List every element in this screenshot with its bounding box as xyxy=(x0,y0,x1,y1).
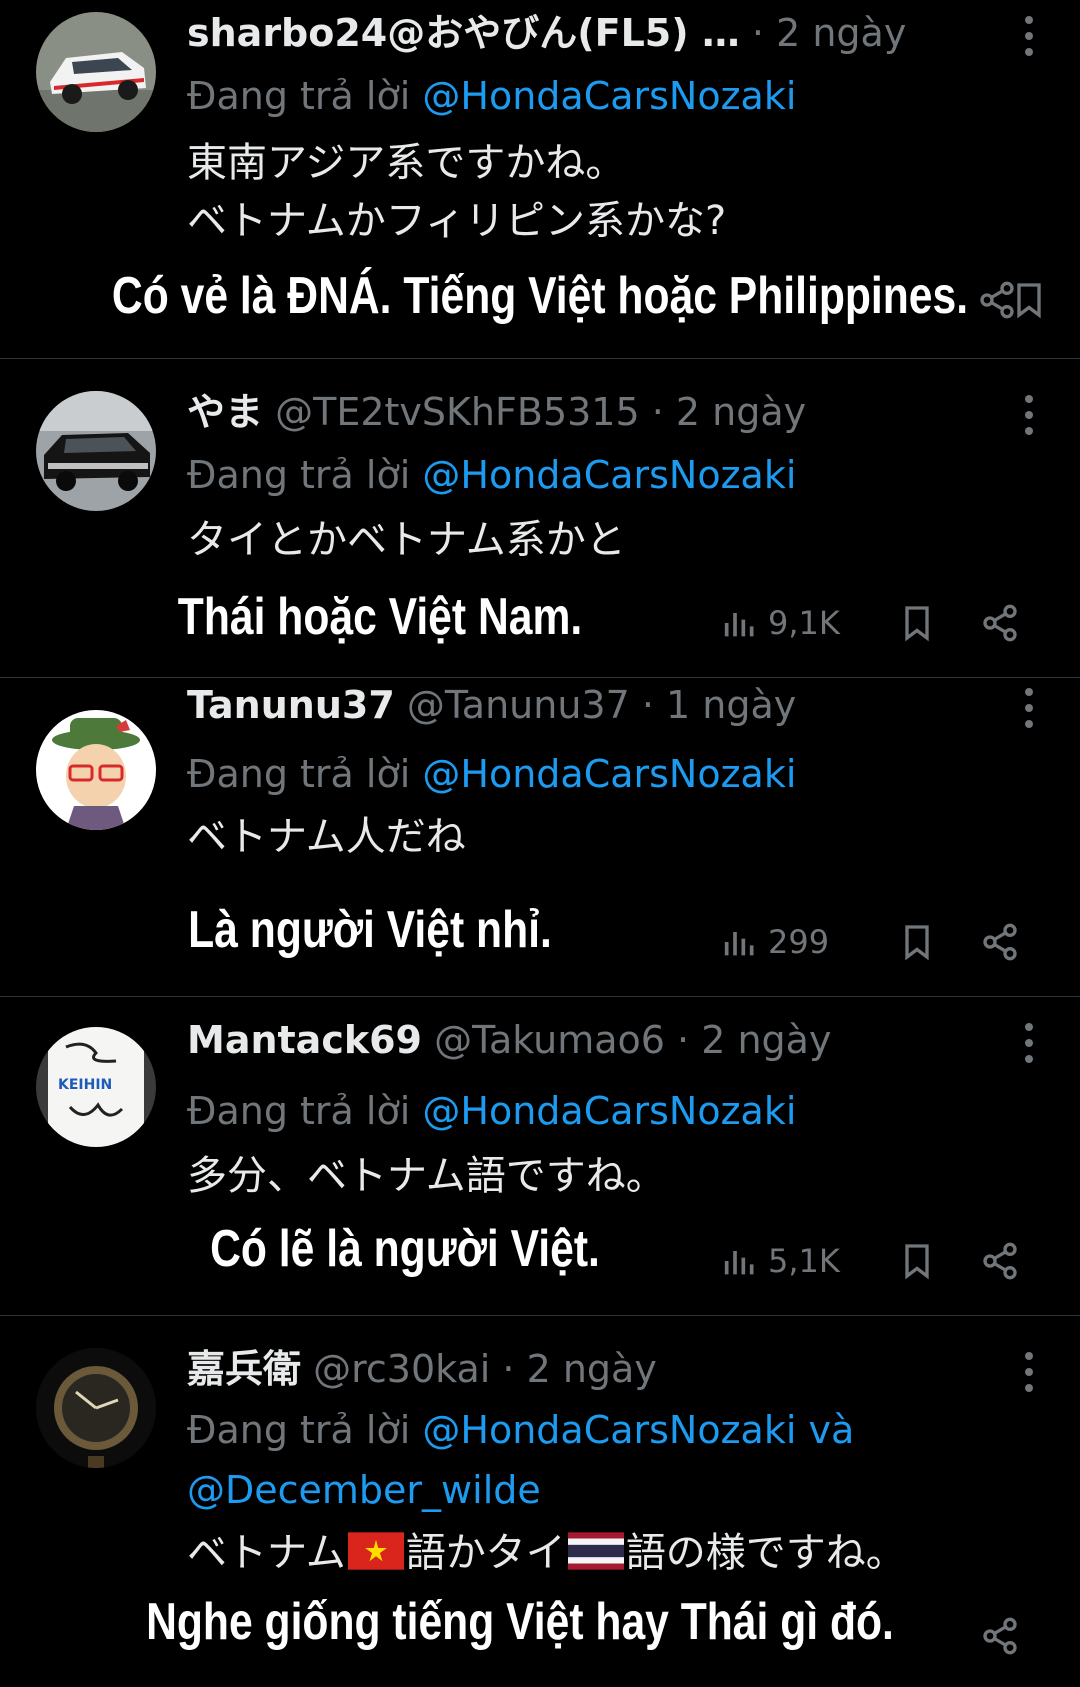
mention-link[interactable]: @HondaCarsNozaki xyxy=(422,1089,796,1133)
post-header: Mantack69 @Takumao6 · 2 ngày xyxy=(187,1015,990,1065)
more-icon[interactable] xyxy=(1022,395,1036,435)
subtitle-caption: Có lẽ là người Việt. xyxy=(210,1220,600,1278)
reply-feed: sharbo24@おやびん(FL5) … · 2 ngày Đang trả l… xyxy=(0,0,1080,1687)
mention-link[interactable]: @December_wilde xyxy=(187,1468,541,1512)
post-header: やま @TE2tvSKhFB5315 · 2 ngày xyxy=(187,387,990,437)
subtitle-caption: Có vẻ là ĐNÁ. Tiếng Việt hoặc Philippine… xyxy=(111,267,969,325)
race-car-avatar-icon xyxy=(36,12,156,132)
post-text-line: ベトナムかフィリピン系かな? xyxy=(187,198,727,244)
post-text: 多分、ベトナム語ですね。 xyxy=(187,1147,1040,1205)
post-time[interactable]: · 2 ngày xyxy=(752,11,906,55)
vietnam-flag-icon xyxy=(347,1532,404,1570)
post-text-segment: ベトナム xyxy=(187,1530,346,1576)
more-icon[interactable] xyxy=(1022,16,1036,56)
reply-prefix: Đang trả lời xyxy=(187,74,411,118)
post-header: 嘉兵衛 @rc30kai · 2 ngày xyxy=(187,1344,990,1394)
more-icon[interactable] xyxy=(1022,1352,1036,1392)
post-text-segment: 語かタイ xyxy=(405,1530,566,1576)
share-icon xyxy=(983,1242,1017,1280)
post-time[interactable]: · 1 ngày xyxy=(642,683,796,727)
avatar[interactable] xyxy=(36,391,156,511)
avatar[interactable] xyxy=(36,12,156,132)
post-text: ベトナム人だね xyxy=(187,808,1040,866)
post-text: タイとかベトナム系かと xyxy=(187,511,1040,569)
reply-join: và xyxy=(808,1408,855,1452)
subtitle-caption: Thái hoặc Việt Nam. xyxy=(177,588,583,646)
share-icon xyxy=(980,281,1014,319)
black-car-avatar-icon xyxy=(36,391,156,511)
reply-post[interactable]: KEIHIN Mantack69 @Takumao6 · 2 ngày Đang… xyxy=(0,997,1080,1316)
user-handle[interactable]: @Takumao6 xyxy=(434,1018,665,1062)
share-button[interactable] xyxy=(977,270,1017,330)
post-text-segment: 語の様ですね。 xyxy=(625,1530,906,1576)
replying-to: Đang trả lời @HondaCarsNozaki xyxy=(187,445,1020,505)
display-name[interactable]: sharbo24@おやびん(FL5) … xyxy=(187,11,740,55)
reply-post[interactable]: 嘉兵衛 @rc30kai · 2 ngày Đang trả lời @Hond… xyxy=(0,1316,1080,1687)
more-icon[interactable] xyxy=(1022,688,1036,728)
mention-link[interactable]: @HondaCarsNozaki xyxy=(422,1408,796,1452)
share-icon xyxy=(983,923,1017,961)
mention-link[interactable]: @HondaCarsNozaki xyxy=(422,752,796,796)
share-button[interactable] xyxy=(980,1606,1020,1666)
share-button[interactable] xyxy=(980,1231,1020,1291)
user-handle[interactable]: @rc30kai xyxy=(313,1347,490,1391)
mention-link[interactable]: @HondaCarsNozaki xyxy=(422,74,796,118)
bookmark-icon xyxy=(905,1244,929,1280)
avatar[interactable] xyxy=(36,710,156,830)
subtitle-caption: Nghe giống tiếng Việt hay Thái gì đó. xyxy=(146,1593,894,1651)
more-icon[interactable] xyxy=(1022,1023,1036,1063)
post-text-line: 多分、ベトナム語ですね。 xyxy=(187,1153,666,1199)
post-text: ベトナム 語かタイ 語の様ですね。 xyxy=(187,1524,1040,1582)
share-icon xyxy=(983,1617,1017,1655)
reply-post[interactable]: Tanunu37 @Tanunu37 · 1 ngày Đang trả lời… xyxy=(0,678,1080,997)
post-text-line: タイとかベトナム系かと xyxy=(187,517,626,563)
replying-to: Đang trả lời @HondaCarsNozaki và @Decemb… xyxy=(187,1400,1020,1520)
bookmark-button[interactable] xyxy=(897,593,937,653)
user-handle[interactable]: @Tanunu37 xyxy=(407,683,630,727)
cartoon-avatar-icon xyxy=(36,710,156,830)
reply-post[interactable]: sharbo24@おやびん(FL5) … · 2 ngày Đang trả l… xyxy=(0,0,1080,359)
bookmark-icon xyxy=(905,925,929,961)
mention-link[interactable]: @HondaCarsNozaki xyxy=(422,453,796,497)
bookmark-button[interactable] xyxy=(897,912,937,972)
display-name[interactable]: Mantack69 xyxy=(187,1018,422,1062)
thailand-flag-icon xyxy=(567,1532,624,1570)
share-button[interactable] xyxy=(980,912,1020,972)
reply-prefix: Đang trả lời xyxy=(187,752,411,796)
post-header: sharbo24@おやびん(FL5) … · 2 ngày xyxy=(187,8,990,58)
subtitle-caption: Là người Việt nhỉ. xyxy=(188,901,552,959)
reply-post[interactable]: やま @TE2tvSKhFB5315 · 2 ngày Đang trả lời… xyxy=(0,359,1080,678)
user-handle[interactable]: @TE2tvSKhFB5315 xyxy=(275,390,640,434)
display-name[interactable]: Tanunu37 xyxy=(187,683,395,727)
signed-card-avatar-icon: KEIHIN xyxy=(36,1027,156,1147)
bookmark-icon xyxy=(905,606,929,642)
bookmark-button[interactable] xyxy=(897,1231,937,1291)
share-button[interactable] xyxy=(980,593,1020,653)
replying-to: Đang trả lời @HondaCarsNozaki xyxy=(187,66,1020,126)
reply-prefix: Đang trả lời xyxy=(187,1408,411,1452)
reply-prefix: Đang trả lời xyxy=(187,453,411,497)
post-text-line: ベトナム人だね xyxy=(187,814,466,860)
avatar[interactable] xyxy=(36,1348,156,1468)
post-text-line: 東南アジア系ですかね。 xyxy=(187,140,626,186)
watch-avatar-icon xyxy=(36,1348,156,1468)
share-icon xyxy=(983,604,1017,642)
display-name[interactable]: 嘉兵衛 xyxy=(187,1347,301,1391)
replying-to: Đang trả lời @HondaCarsNozaki xyxy=(187,744,1020,804)
reply-prefix: Đang trả lời xyxy=(187,1089,411,1133)
post-time[interactable]: · 2 ngày xyxy=(652,390,806,434)
post-header: Tanunu37 @Tanunu37 · 1 ngày xyxy=(187,680,990,730)
post-time[interactable]: · 2 ngày xyxy=(502,1347,656,1391)
svg-text:KEIHIN: KEIHIN xyxy=(58,1077,112,1093)
post-text: 東南アジア系ですかね。 ベトナムかフィリピン系かな? xyxy=(187,134,1040,250)
display-name[interactable]: やま xyxy=(187,390,263,434)
post-time[interactable]: · 2 ngày xyxy=(677,1018,831,1062)
avatar[interactable]: KEIHIN xyxy=(36,1027,156,1147)
replying-to: Đang trả lời @HondaCarsNozaki xyxy=(187,1081,1020,1141)
